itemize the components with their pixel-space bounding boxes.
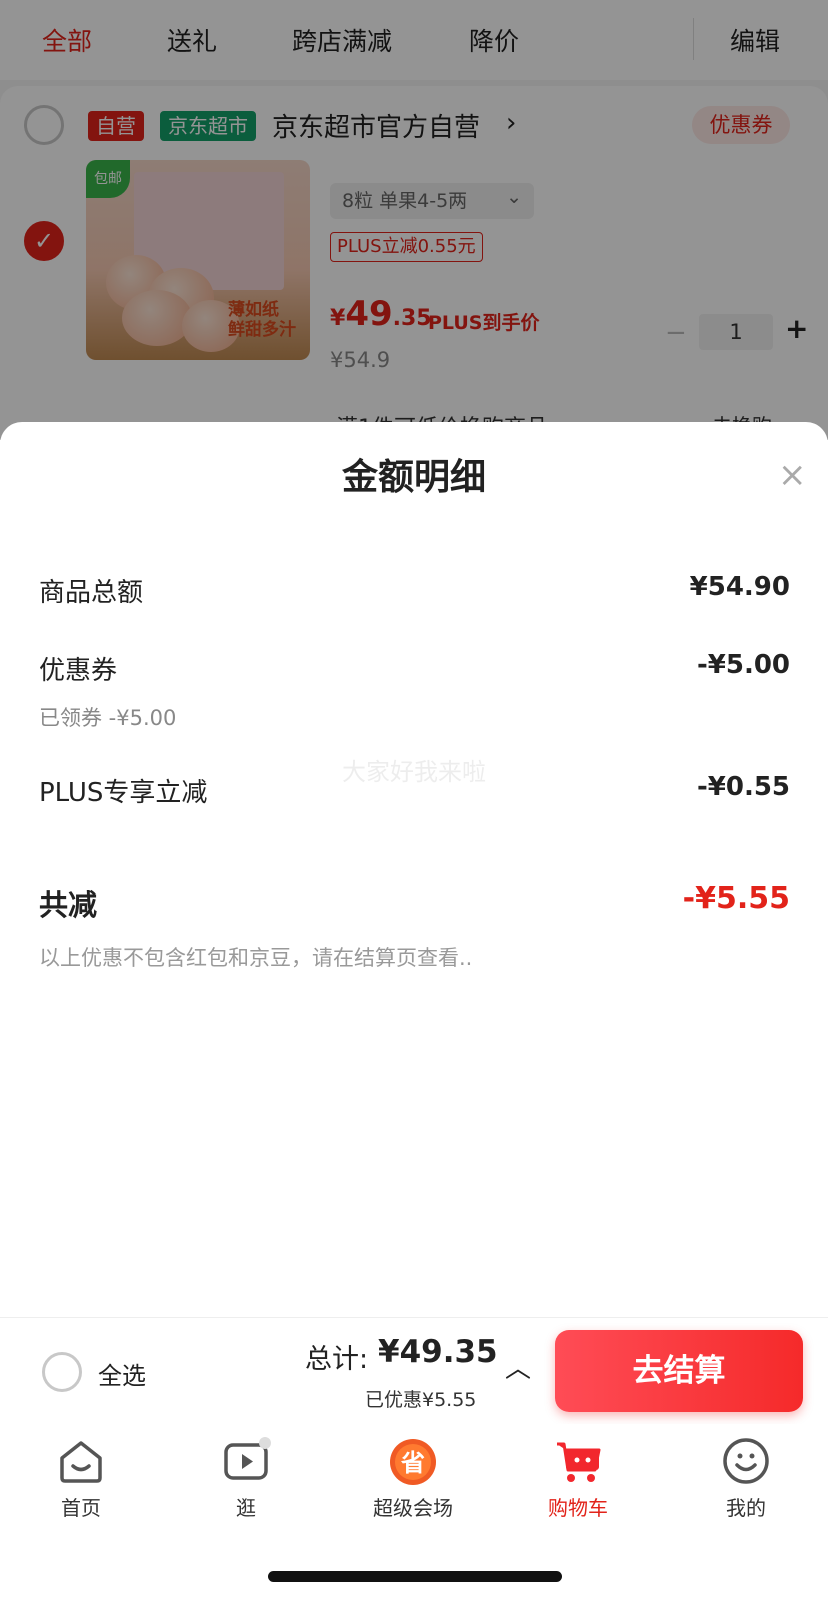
super-venue-icon-char: 省 (400, 1449, 425, 1477)
close-icon[interactable]: × (778, 458, 807, 492)
plus-discount-label: PLUS专享立减 (39, 778, 208, 808)
total-discount-label: 共减 (39, 888, 98, 922)
select-all-label[interactable]: 全选 (98, 1356, 146, 1391)
tab-cart-label: 购物车 (548, 1496, 608, 1520)
sheet-title: 金额明细 (341, 457, 486, 498)
goods-total-value: ¥54.90 (689, 572, 790, 602)
cart-page-background: 全部 送礼 跨店满减 降价 编辑 自营 京东超市 京东超市官方自营 › 优惠券 … (0, 0, 828, 446)
coupon-label: 优惠券 (39, 656, 118, 686)
tab-cart[interactable]: 购物车 (518, 1436, 638, 1521)
amount-detail-sheet (0, 422, 828, 1317)
discount-disclaimer: 以上优惠不包含红包和京豆，请在结算页查看.. (39, 946, 473, 970)
chevron-up-icon[interactable]: ︿ (505, 1348, 531, 1385)
tab-super-venue[interactable]: 省 超级会场 (353, 1436, 473, 1521)
checkout-button[interactable]: 去结算 (555, 1330, 803, 1412)
coupon-received-note: 已领券 -¥5.00 (39, 706, 177, 730)
shopping-cart-icon (557, 1442, 601, 1482)
coupon-value: -¥5.00 (696, 650, 790, 680)
home-indicator[interactable] (268, 1571, 562, 1582)
select-all-radio[interactable] (42, 1352, 82, 1392)
total-label: 总计: (305, 1344, 369, 1375)
tab-browse[interactable]: 逛 (186, 1436, 306, 1521)
tab-super-venue-label: 超级会场 (373, 1496, 453, 1520)
video-play-icon (224, 1437, 271, 1480)
plus-discount-value: -¥0.55 (696, 772, 790, 802)
tab-me-label: 我的 (726, 1496, 766, 1520)
goods-total-label: 商品总额 (39, 578, 144, 608)
super-venue-icon: 省 (390, 1439, 436, 1485)
tab-browse-label: 逛 (236, 1496, 256, 1520)
tab-me[interactable]: 我的 (686, 1436, 806, 1521)
modal-scrim[interactable] (0, 0, 828, 440)
tab-home[interactable]: 首页 (21, 1436, 141, 1521)
tab-home-label: 首页 (61, 1496, 101, 1520)
smiley-face-icon (723, 1438, 769, 1484)
saved-amount: 已优惠¥5.55 (365, 1389, 477, 1411)
home-icon (60, 1441, 102, 1483)
total-discount-value: -¥5.55 (682, 881, 790, 916)
total-amount: ¥49.35 (378, 1334, 498, 1370)
